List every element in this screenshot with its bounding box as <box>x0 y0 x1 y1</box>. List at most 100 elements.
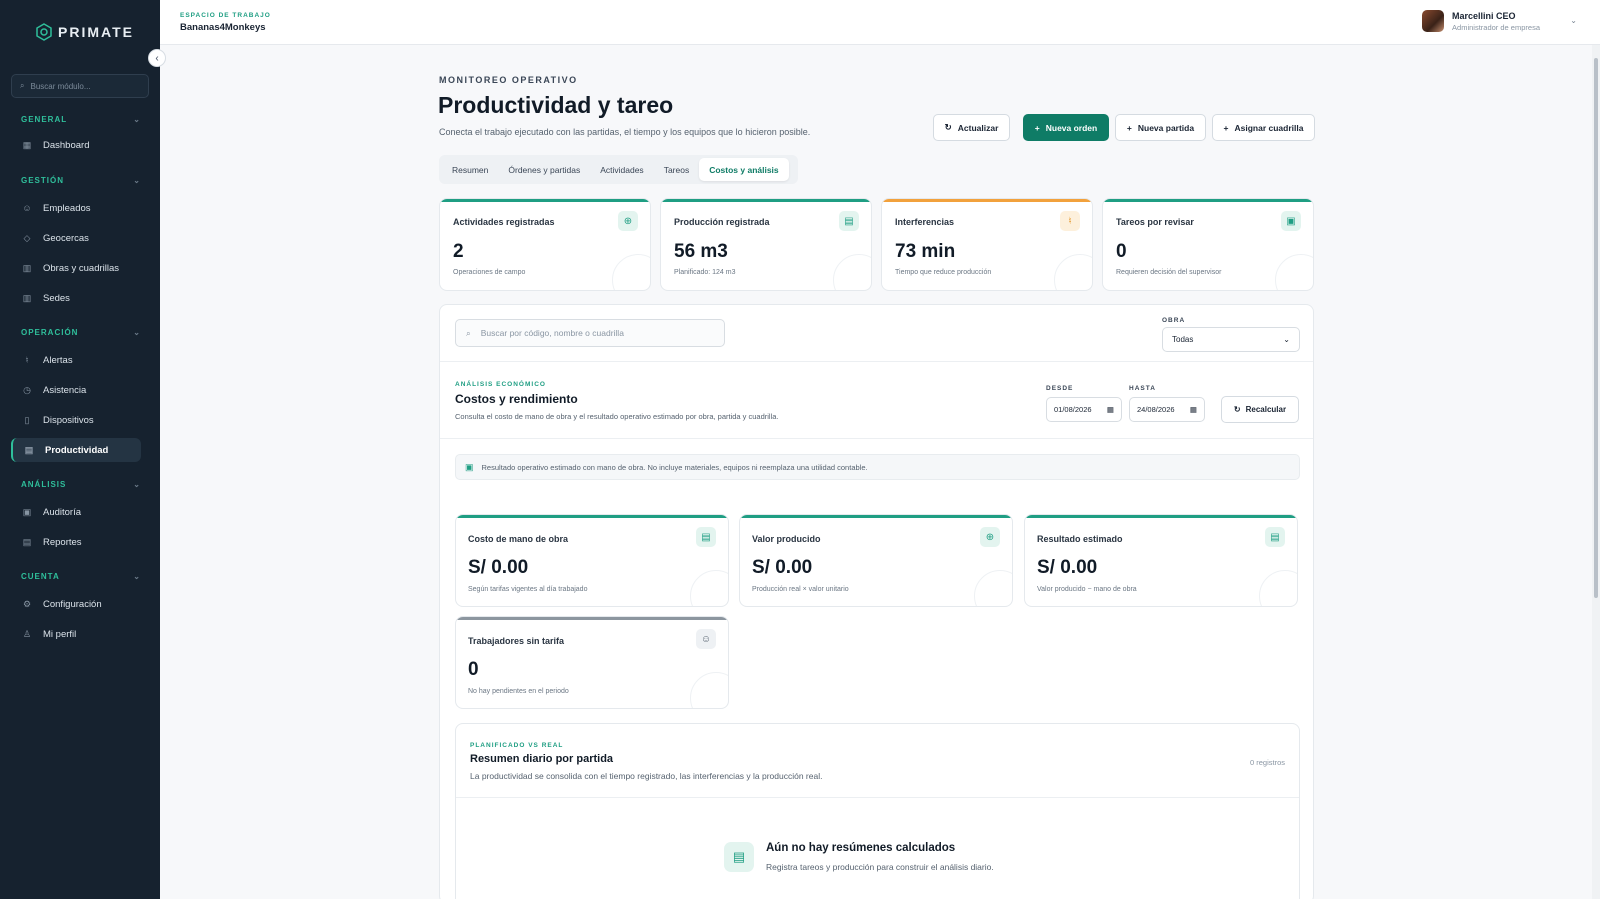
card-value: S/ 0.00 <box>752 557 813 578</box>
section-gestion[interactable]: GESTIÓN ⌄ <box>21 176 141 185</box>
sidebar: PRIMATE ⌕ Buscar módulo... GENERAL ⌄ ▦ Da… <box>0 0 160 899</box>
chevron-left-icon: ‹ <box>155 52 159 64</box>
records-count: 0 registros <box>1249 758 1285 767</box>
cost-card-labor: Costo de mano de obra ▤ S/ 0.00 Según ta… <box>455 514 729 607</box>
tab-actividades[interactable]: Actividades <box>590 158 653 181</box>
card-note: Según tarifas vigentes al día trabajado <box>468 586 588 593</box>
sidebar-item-empleados[interactable]: ☺ Empleados <box>11 196 141 220</box>
logo-icon <box>36 23 52 41</box>
sidebar-item-label: Productividad <box>45 444 109 456</box>
kpi-title: Producción registrada <box>674 217 770 227</box>
sidebar-item-asistencia[interactable]: ◷ Asistencia <box>11 378 141 402</box>
decorative-circle <box>1054 254 1092 290</box>
avatar <box>1422 10 1445 32</box>
notice-text: Resultado operativo estimado con mano de… <box>481 462 868 472</box>
clipboard-icon: ▣ <box>1281 211 1301 231</box>
user-menu[interactable]: Marcellini CEO Administrador de empresa <box>1422 10 1540 32</box>
tab-tareos[interactable]: Tareos <box>654 158 700 181</box>
logo[interactable]: PRIMATE <box>34 22 134 42</box>
card-title: Resultado estimado <box>1037 534 1123 544</box>
assign-crew-button[interactable]: + Asignar cuadrilla <box>1212 114 1315 141</box>
to-date-input[interactable]: 24/08/2026 ▦ <box>1129 397 1205 422</box>
sidebar-item-mi-perfil[interactable]: ♙ Mi perfil <box>11 622 141 646</box>
tab-ordenes-partidas[interactable]: Órdenes y partidas <box>498 158 590 181</box>
logo-text: PRIMATE <box>58 24 134 40</box>
section-operacion[interactable]: OPERACIÓN ⌄ <box>21 328 141 337</box>
card-accent-bar <box>740 515 1012 518</box>
workspace-name[interactable]: Bananas4Monkeys <box>180 22 266 33</box>
card-value: S/ 0.00 <box>468 557 529 578</box>
section-analisis[interactable]: ANÁLISIS ⌄ <box>21 480 141 489</box>
tab-resumen[interactable]: Resumen <box>442 158 498 181</box>
collapse-sidebar-button[interactable]: ‹ <box>148 49 166 67</box>
plus-icon: + <box>1034 122 1040 133</box>
sidebar-item-geocercas[interactable]: ◇ Geocercas <box>11 226 141 250</box>
kpi-note: Planificado: 124 m3 <box>674 269 736 276</box>
sidebar-item-label: Mi perfil <box>43 628 77 640</box>
new-item-button[interactable]: + Nueva partida <box>1115 114 1206 141</box>
chevron-down-icon[interactable]: ⌄ <box>1570 16 1577 25</box>
obra-select[interactable]: Todas ⌄ <box>1162 327 1300 352</box>
info-notice: ▣ Resultado operativo estimado con mano … <box>455 454 1300 480</box>
cost-card-workers-no-rate: Trabajadores sin tarifa ☺ 0 No hay pendi… <box>455 616 729 709</box>
costs-panel: ⌕ Buscar por código, nombre o cuadrilla … <box>439 304 1314 899</box>
section-cuenta[interactable]: CUENTA ⌄ <box>21 572 141 581</box>
sidebar-item-label: Configuración <box>43 598 102 610</box>
chart-icon: ▤ <box>1265 527 1285 547</box>
kpi-value: 73 min <box>895 241 956 262</box>
sidebar-item-sedes[interactable]: ▥ Sedes <box>11 286 141 310</box>
refresh-button[interactable]: ↻ Actualizar <box>933 114 1010 141</box>
recalculate-button[interactable]: ↻ Recalcular <box>1221 396 1299 423</box>
divider <box>440 361 1313 362</box>
decorative-circle <box>1259 570 1297 606</box>
building-icon: ▥ <box>22 292 32 303</box>
clock-icon: ◷ <box>23 384 31 395</box>
sidebar-item-alertas[interactable]: ♮ Alertas <box>11 348 141 372</box>
section-general[interactable]: GENERAL ⌄ <box>21 115 141 124</box>
chevron-down-icon: ⌄ <box>133 115 141 124</box>
user-name: Marcellini CEO <box>1452 10 1516 21</box>
section-label: OPERACIÓN <box>21 328 79 337</box>
sidebar-item-label: Auditoría <box>43 506 82 518</box>
kpi-accent-bar <box>661 199 871 202</box>
section-label: GENERAL <box>21 115 68 124</box>
costs-title: Costos y rendimiento <box>455 392 578 406</box>
sidebar-item-label: Empleados <box>43 202 91 214</box>
search-input[interactable]: ⌕ Buscar por código, nombre o cuadrilla <box>455 319 725 347</box>
chevron-down-icon: ⌄ <box>133 328 141 337</box>
clipboard-icon: ▣ <box>22 506 32 517</box>
module-search-input[interactable]: ⌕ Buscar módulo... <box>11 74 149 98</box>
calendar-icon[interactable]: ▦ <box>1190 405 1197 414</box>
calendar-icon[interactable]: ▦ <box>1107 405 1114 414</box>
sidebar-item-productividad[interactable]: ▤ Productividad <box>11 438 141 462</box>
users-icon: ☺ <box>696 629 716 649</box>
card-title: Trabajadores sin tarifa <box>468 636 565 646</box>
from-date-input[interactable]: 01/08/2026 ▦ <box>1046 397 1122 422</box>
button-label: Nueva partida <box>1137 122 1195 133</box>
sidebar-item-dispositivos[interactable]: ▯ Dispositivos <box>11 408 141 432</box>
shield-icon: ◇ <box>23 232 31 243</box>
empty-state-subtitle: Registra tareos y producción para constr… <box>766 862 994 872</box>
button-label: Nueva orden <box>1045 122 1098 133</box>
section-label: ANÁLISIS <box>21 480 67 489</box>
cost-card-estimated-result: Resultado estimado ▤ S/ 0.00 Valor produ… <box>1024 514 1298 607</box>
page-eyebrow: MONITOREO OPERATIVO <box>439 75 578 85</box>
kpi-value: 56 m3 <box>674 241 728 262</box>
tab-costos-analisis[interactable]: Costos y análisis <box>699 158 789 181</box>
sidebar-item-obras[interactable]: ▥ Obras y cuadrillas <box>11 256 141 280</box>
sidebar-item-auditoria[interactable]: ▣ Auditoría <box>11 500 141 524</box>
sidebar-item-label: Obras y cuadrillas <box>43 262 120 274</box>
sidebar-item-label: Geocercas <box>43 232 89 244</box>
sidebar-item-reportes[interactable]: ▤ Reportes <box>11 530 141 554</box>
sidebar-item-dashboard[interactable]: ▦ Dashboard <box>11 133 141 157</box>
kpi-card-produccion: Producción registrada ▤ 56 m3 Planificad… <box>660 198 872 291</box>
decorative-circle <box>612 254 650 290</box>
sidebar-item-configuracion[interactable]: ⚙ Configuración <box>11 592 141 616</box>
scrollbar-thumb[interactable] <box>1594 58 1598 598</box>
decorative-circle <box>690 570 728 606</box>
sidebar-item-label: Dashboard <box>43 139 90 151</box>
kpi-accent-bar <box>1103 199 1313 202</box>
decorative-circle <box>974 570 1012 606</box>
new-order-button[interactable]: + Nueva orden <box>1023 114 1109 141</box>
decorative-circle <box>690 672 728 708</box>
